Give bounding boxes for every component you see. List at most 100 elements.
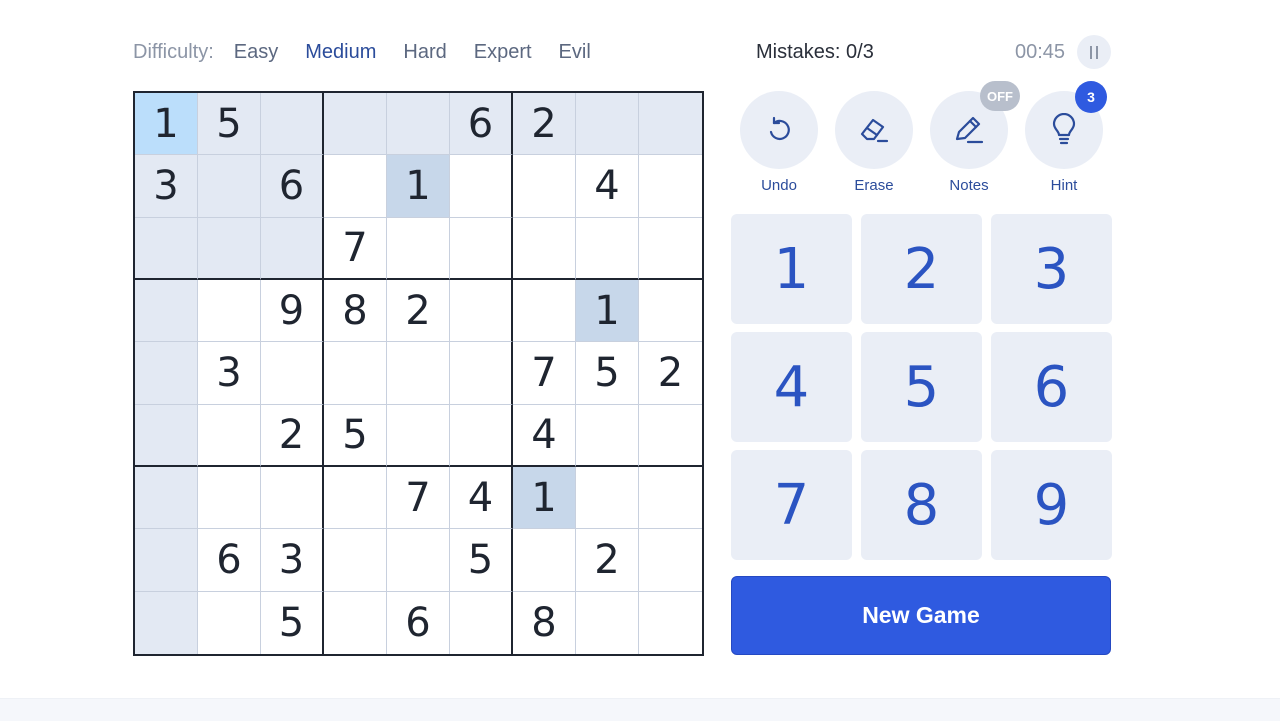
sudoku-cell[interactable] — [198, 155, 261, 218]
sudoku-cell[interactable] — [135, 466, 198, 530]
sudoku-cell[interactable] — [135, 342, 198, 405]
difficulty-expert[interactable]: Expert — [474, 41, 532, 64]
sudoku-cell[interactable]: 2 — [513, 93, 576, 156]
undo-button[interactable]: Undo — [740, 91, 818, 194]
hint-button[interactable]: 3 Hint — [1025, 81, 1107, 194]
sudoku-cell[interactable] — [261, 217, 324, 280]
numpad-key-8[interactable]: 8 — [861, 450, 982, 560]
sudoku-cell[interactable] — [261, 466, 324, 530]
sudoku-cell[interactable] — [387, 342, 450, 405]
difficulty-hard[interactable]: Hard — [403, 41, 446, 64]
sudoku-cell[interactable]: 4 — [450, 466, 513, 530]
sudoku-cell[interactable]: 2 — [387, 279, 450, 343]
sudoku-cell[interactable] — [324, 342, 387, 405]
sudoku-cell[interactable]: 4 — [576, 155, 639, 218]
numpad-key-7[interactable]: 7 — [731, 450, 852, 560]
sudoku-cell[interactable] — [639, 218, 702, 280]
sudoku-cell[interactable]: 4 — [513, 404, 576, 467]
sudoku-cell[interactable] — [135, 529, 198, 592]
sudoku-cell[interactable] — [639, 93, 702, 156]
numpad-key-4[interactable]: 4 — [731, 332, 852, 442]
sudoku-cell[interactable]: 7 — [387, 466, 450, 530]
sudoku-cell[interactable]: 3 — [198, 342, 261, 405]
sudoku-cell[interactable]: 1 — [513, 466, 576, 530]
sudoku-cell[interactable]: 2 — [261, 404, 324, 467]
sudoku-cell[interactable]: 3 — [261, 529, 324, 592]
sudoku-cell[interactable] — [324, 529, 387, 592]
sudoku-cell[interactable]: 6 — [198, 529, 261, 592]
sudoku-cell[interactable]: 5 — [324, 404, 387, 467]
sudoku-cell[interactable] — [387, 404, 450, 467]
numpad-key-3[interactable]: 3 — [991, 214, 1112, 324]
sudoku-cell[interactable] — [450, 342, 513, 405]
sudoku-cell[interactable] — [198, 217, 261, 280]
sudoku-cell[interactable] — [261, 342, 324, 405]
sudoku-cell[interactable] — [576, 217, 639, 280]
sudoku-cell[interactable] — [639, 405, 702, 467]
sudoku-cell[interactable]: 1 — [387, 155, 450, 218]
pause-button[interactable] — [1077, 35, 1111, 69]
sudoku-cell[interactable] — [135, 279, 198, 343]
new-game-button[interactable]: New Game — [731, 576, 1111, 655]
sudoku-cell[interactable] — [639, 280, 702, 343]
erase-button[interactable]: Erase — [835, 91, 913, 194]
numpad-key-2[interactable]: 2 — [861, 214, 982, 324]
sudoku-cell[interactable]: 8 — [324, 279, 387, 343]
sudoku-cell[interactable]: 2 — [576, 529, 639, 592]
difficulty-medium[interactable]: Medium — [305, 41, 376, 64]
sudoku-cell[interactable] — [324, 466, 387, 530]
sudoku-cell[interactable] — [135, 591, 198, 654]
sudoku-cell[interactable] — [639, 592, 702, 654]
sudoku-cell[interactable] — [450, 217, 513, 280]
sudoku-cell[interactable]: 7 — [324, 217, 387, 280]
sudoku-cell[interactable] — [513, 217, 576, 280]
sudoku-cell[interactable] — [387, 217, 450, 280]
sudoku-cell[interactable] — [513, 279, 576, 343]
sudoku-cell[interactable] — [450, 279, 513, 343]
numpad-key-6[interactable]: 6 — [991, 332, 1112, 442]
sudoku-cell[interactable] — [639, 467, 702, 530]
sudoku-cell[interactable] — [198, 404, 261, 467]
sudoku-cell[interactable] — [576, 591, 639, 654]
sudoku-cell[interactable] — [639, 529, 702, 592]
sudoku-cell[interactable]: 9 — [261, 279, 324, 343]
sudoku-cell[interactable] — [261, 93, 324, 156]
difficulty-evil[interactable]: Evil — [559, 41, 591, 64]
notes-button[interactable]: OFF Notes — [930, 81, 1020, 194]
sudoku-cell[interactable] — [387, 93, 450, 156]
numpad-key-9[interactable]: 9 — [991, 450, 1112, 560]
sudoku-cell[interactable]: 6 — [261, 155, 324, 218]
sudoku-cell[interactable]: 6 — [450, 93, 513, 156]
erase-circle[interactable] — [835, 91, 913, 169]
sudoku-cell[interactable] — [576, 466, 639, 530]
sudoku-cell[interactable] — [324, 93, 387, 156]
sudoku-cell[interactable]: 6 — [387, 591, 450, 654]
sudoku-cell[interactable]: 2 — [639, 342, 702, 405]
sudoku-cell[interactable] — [324, 591, 387, 654]
sudoku-cell[interactable] — [198, 591, 261, 654]
sudoku-cell[interactable] — [450, 155, 513, 218]
sudoku-cell[interactable]: 8 — [513, 591, 576, 654]
numpad-key-1[interactable]: 1 — [731, 214, 852, 324]
sudoku-cell[interactable]: 5 — [198, 93, 261, 156]
sudoku-cell[interactable] — [450, 591, 513, 654]
undo-circle[interactable] — [740, 91, 818, 169]
numpad-key-5[interactable]: 5 — [861, 332, 982, 442]
sudoku-cell[interactable] — [513, 529, 576, 592]
sudoku-cell[interactable] — [198, 279, 261, 343]
sudoku-cell[interactable] — [135, 217, 198, 280]
difficulty-easy[interactable]: Easy — [234, 41, 278, 64]
sudoku-cell[interactable] — [576, 93, 639, 156]
sudoku-cell[interactable]: 5 — [450, 529, 513, 592]
sudoku-cell[interactable]: 5 — [576, 342, 639, 405]
sudoku-cell[interactable] — [513, 155, 576, 218]
sudoku-cell[interactable] — [576, 404, 639, 467]
sudoku-cell[interactable] — [387, 529, 450, 592]
sudoku-cell[interactable]: 5 — [261, 591, 324, 654]
sudoku-cell[interactable] — [639, 155, 702, 218]
sudoku-cell[interactable] — [135, 404, 198, 467]
sudoku-cell[interactable] — [198, 466, 261, 530]
sudoku-cell[interactable] — [450, 404, 513, 467]
sudoku-cell[interactable]: 1 — [576, 279, 639, 343]
sudoku-cell[interactable]: 7 — [513, 342, 576, 405]
